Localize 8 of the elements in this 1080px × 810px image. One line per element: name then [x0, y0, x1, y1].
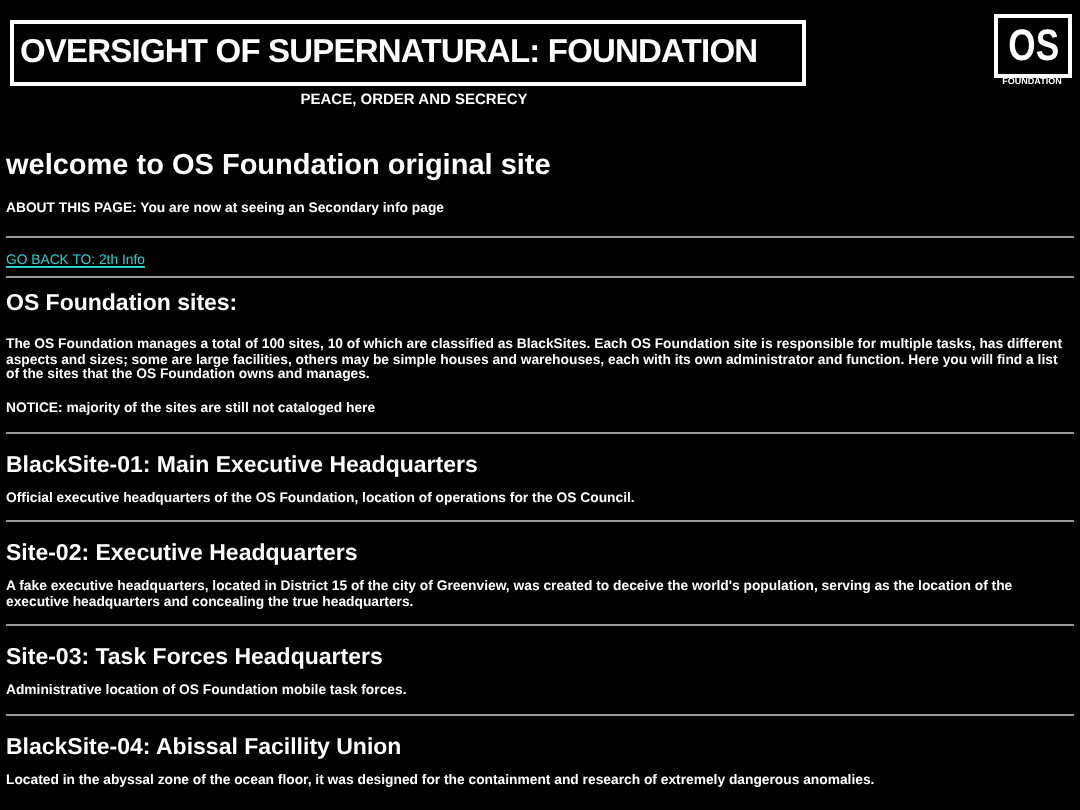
section-heading: OS Foundation sites: — [6, 290, 240, 319]
page-heading: welcome to OS Foundation original site — [6, 148, 553, 184]
logo-badge: OS — [994, 14, 1072, 78]
site-heading: BlackSite-01: Main Executive Headquarters — [6, 451, 480, 480]
site-heading: BlackSite-04: Abissal Facillity Union — [6, 733, 404, 762]
site-heading: Site-03: Task Forces Headquarters — [6, 644, 385, 673]
site-heading: Site-02: Executive Headquarters — [6, 540, 360, 569]
site-title: OVERSIGHT OF SUPERNATURAL: FOUNDATION — [20, 32, 758, 74]
